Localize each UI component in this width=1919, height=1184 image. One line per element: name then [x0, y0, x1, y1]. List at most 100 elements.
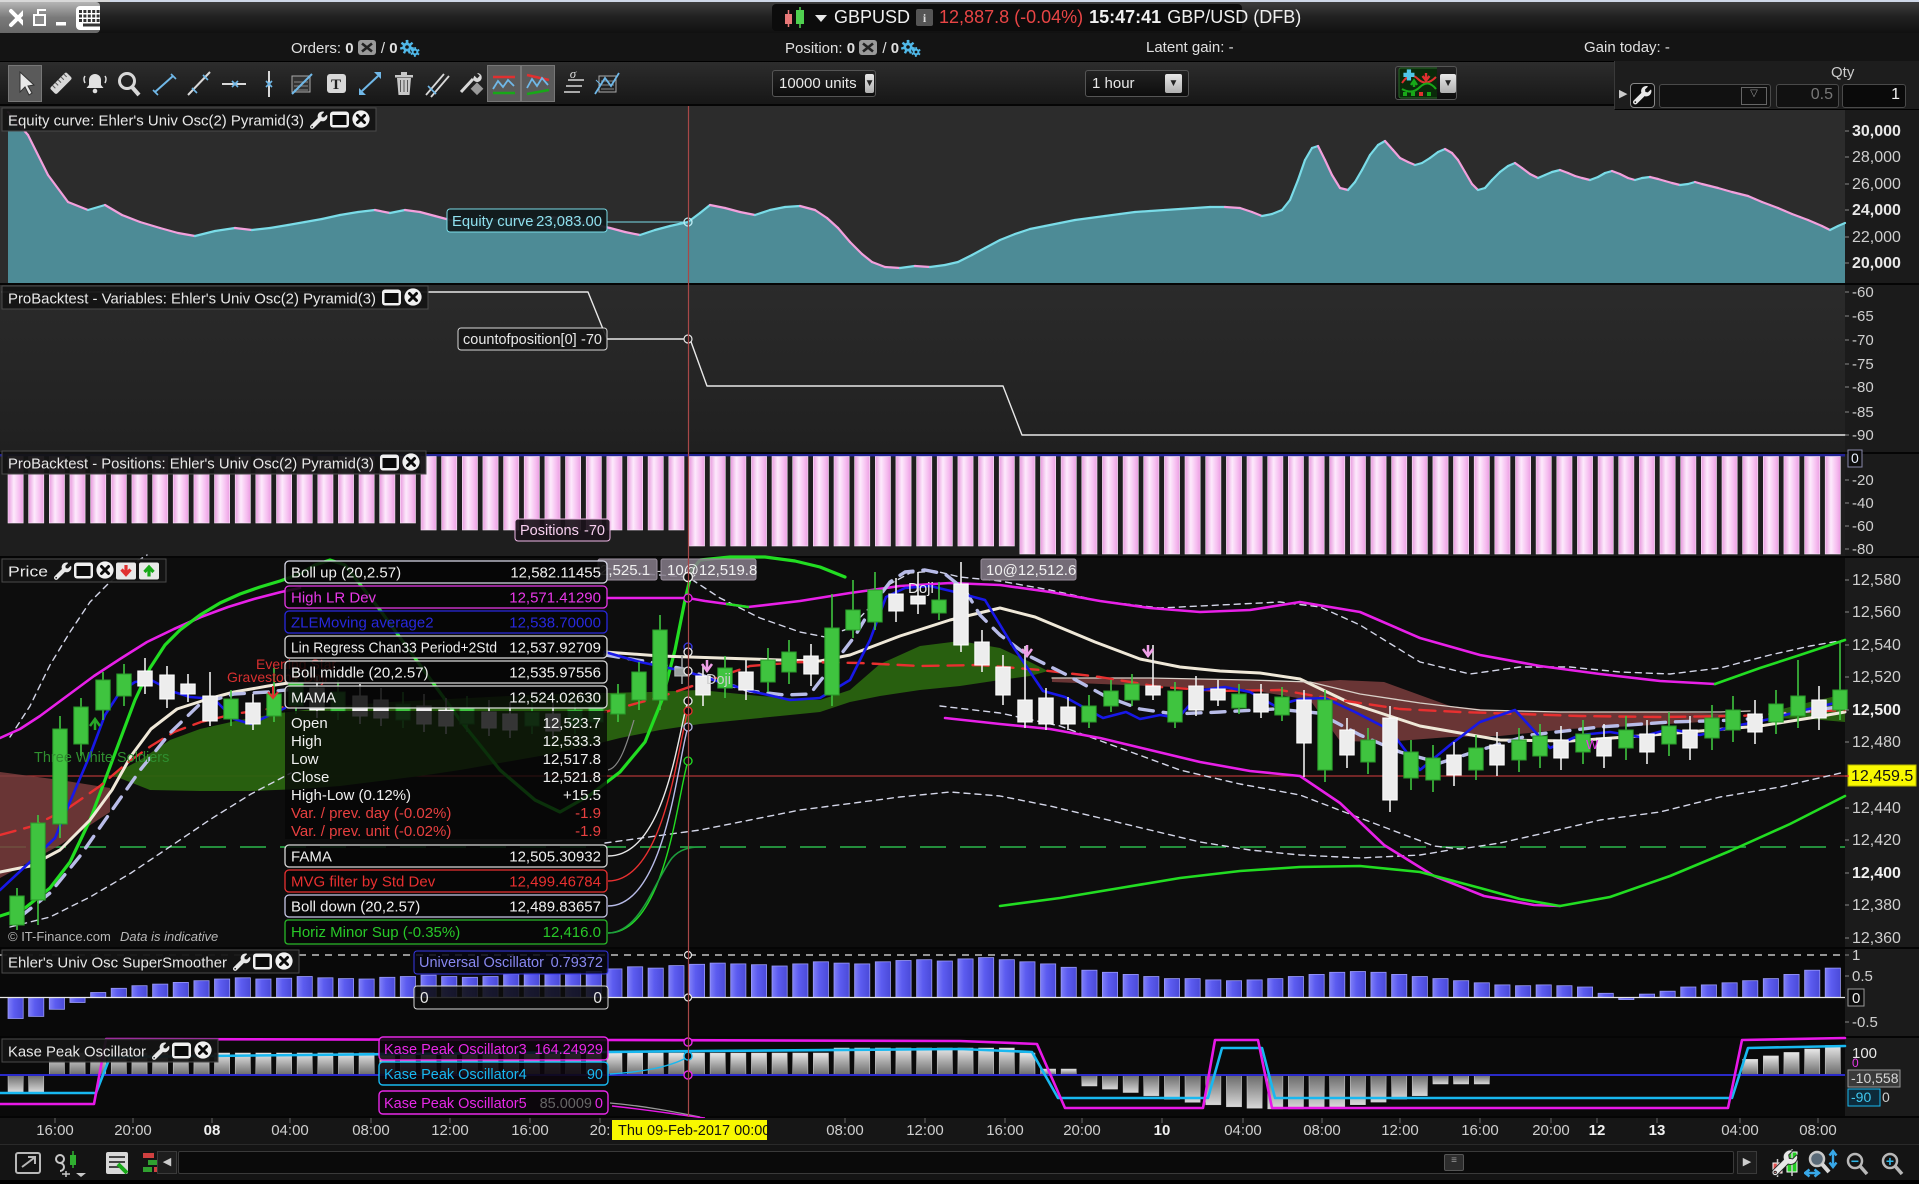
svg-text:countofposition[0]: countofposition[0]: [463, 332, 577, 348]
svg-text:-90: -90: [1851, 1089, 1871, 1105]
svg-text:Kase Peak Oscillator3: Kase Peak Oscillator3: [384, 1042, 527, 1058]
svg-text:28,000: 28,000: [1852, 149, 1901, 166]
svg-text:-75: -75: [1852, 356, 1874, 373]
svg-text:Open: Open: [291, 715, 328, 732]
svg-text:-60: -60: [1852, 284, 1874, 301]
svg-text:-60: -60: [1852, 518, 1874, 535]
svg-text:0.5: 0.5: [1852, 968, 1873, 985]
svg-text:-1.9: -1.9: [575, 823, 601, 840]
svg-text:16:00: 16:00: [36, 1122, 74, 1139]
svg-text:Ehler's Univ Osc SuperSmoother: Ehler's Univ Osc SuperSmoother: [8, 955, 227, 972]
svg-text:22,000: 22,000: [1852, 229, 1901, 246]
svg-text:08:00: 08:00: [826, 1122, 864, 1139]
svg-text:0: 0: [1882, 1089, 1890, 1105]
svg-text:12,582.11455: 12,582.11455: [510, 565, 601, 582]
svg-text:0.79372: 0.79372: [551, 955, 603, 971]
svg-text:Var. / prev. day (-0.02%): Var. / prev. day (-0.02%): [291, 805, 451, 822]
svg-text:12: 12: [1589, 1122, 1606, 1139]
svg-text:04:00: 04:00: [1721, 1122, 1759, 1139]
svg-text:12,380: 12,380: [1852, 897, 1901, 914]
svg-text:12,420: 12,420: [1852, 832, 1901, 849]
svg-text:0: 0: [1852, 1056, 1859, 1070]
svg-text:-70: -70: [581, 332, 602, 348]
svg-text:20:00: 20:00: [1532, 1122, 1570, 1139]
svg-text:Thu 09-Feb-2017 00:00: Thu 09-Feb-2017 00:00: [618, 1123, 770, 1139]
svg-text:-90: -90: [1852, 427, 1874, 444]
svg-text:13: 13: [1649, 1122, 1666, 1139]
svg-text:FAMA: FAMA: [291, 849, 332, 866]
svg-text:Price: Price: [8, 564, 48, 581]
svg-text:Boll up (20,2.57): Boll up (20,2.57): [291, 565, 401, 582]
svg-text:10@12,519.8: 10@12,519.8: [667, 562, 757, 579]
svg-text:12,499.46784: 12,499.46784: [509, 874, 601, 891]
svg-text:12,538.70000: 12,538.70000: [509, 615, 601, 632]
svg-text:Positions: Positions: [520, 523, 579, 539]
svg-text:-65: -65: [1852, 308, 1874, 325]
svg-text:0: 0: [420, 990, 429, 1007]
svg-text:Close: Close: [291, 769, 329, 786]
svg-text:12,480: 12,480: [1852, 734, 1901, 751]
svg-text:Data is indicative: Data is indicative: [120, 929, 218, 944]
svg-text:12,500: 12,500: [1852, 702, 1901, 719]
svg-text:0: 0: [1851, 450, 1859, 466]
svg-text:12,524.02630: 12,524.02630: [509, 690, 601, 707]
svg-text:26,000: 26,000: [1852, 176, 1901, 193]
svg-text:20:: 20:: [590, 1122, 611, 1139]
svg-text:12,523.7: 12,523.7: [543, 715, 601, 732]
svg-text:Low: Low: [291, 751, 319, 768]
svg-text:12,521.8: 12,521.8: [543, 769, 601, 786]
svg-text:High LR Dev: High LR Dev: [291, 590, 377, 607]
svg-text:T: T: [331, 77, 341, 93]
svg-text:0: 0: [1852, 990, 1860, 1007]
svg-text:ProBacktest - Variables: Ehler: ProBacktest - Variables: Ehler's Univ Os…: [8, 291, 376, 308]
svg-text:10@12,512.6: 10@12,512.6: [986, 562, 1076, 579]
svg-text:12,520: 12,520: [1852, 669, 1901, 686]
svg-text:04:00: 04:00: [271, 1122, 309, 1139]
svg-text:Boll middle (20,2.57): Boll middle (20,2.57): [291, 665, 429, 682]
svg-text:12,440: 12,440: [1852, 800, 1901, 817]
svg-text:85.0009: 85.0009: [540, 1096, 592, 1112]
svg-text:σ: σ: [570, 68, 577, 81]
svg-text:MAMA: MAMA: [291, 690, 336, 707]
svg-text:08:00: 08:00: [352, 1122, 390, 1139]
svg-text:12,416.0: 12,416.0: [543, 924, 601, 941]
svg-text:20,000: 20,000: [1852, 255, 1901, 272]
svg-text:© IT-Finance.com: © IT-Finance.com: [8, 929, 111, 944]
svg-text:24,000: 24,000: [1852, 202, 1901, 219]
svg-text:12,535.97556: 12,535.97556: [509, 665, 601, 682]
svg-text:Equity curve: Ehler's Univ Osc: Equity curve: Ehler's Univ Osc(2) Pyrami…: [8, 113, 304, 130]
svg-text:12,400: 12,400: [1852, 865, 1901, 882]
svg-text:+: +: [1886, 1153, 1894, 1169]
svg-text:23,083.00: 23,083.00: [536, 214, 602, 230]
svg-text:16:00: 16:00: [511, 1122, 549, 1139]
svg-text:-1.9: -1.9: [575, 805, 601, 822]
svg-text:12,459.5: 12,459.5: [1851, 768, 1913, 785]
svg-text:High-Low (0.12%): High-Low (0.12%): [291, 787, 411, 804]
svg-text:12:00: 12:00: [906, 1122, 944, 1139]
svg-text:-20: -20: [1852, 472, 1874, 489]
svg-text:08: 08: [204, 1122, 221, 1139]
svg-text:16:00: 16:00: [1461, 1122, 1499, 1139]
svg-text:ZLEMoving average2: ZLEMoving average2: [291, 615, 434, 632]
svg-text:16:00: 16:00: [986, 1122, 1024, 1139]
svg-text:-85: -85: [1852, 404, 1874, 421]
svg-text:12,505.30932: 12,505.30932: [509, 849, 601, 866]
svg-text:12,540: 12,540: [1852, 637, 1901, 654]
svg-text:Doji: Doji: [706, 672, 731, 688]
svg-text:ProBacktest - Positions: Ehler: ProBacktest - Positions: Ehler's Univ Os…: [8, 456, 374, 473]
svg-text:164.24929: 164.24929: [534, 1042, 603, 1058]
svg-text:Kase Peak Oscillator4: Kase Peak Oscillator4: [384, 1067, 527, 1083]
svg-text:12:00: 12:00: [431, 1122, 469, 1139]
svg-text:Var. / prev. unit (-0.02%): Var. / prev. unit (-0.02%): [291, 823, 451, 840]
svg-text:12,360: 12,360: [1852, 930, 1901, 947]
svg-text:+15.5: +15.5: [563, 787, 601, 804]
svg-text:-80: -80: [1852, 379, 1874, 396]
svg-text:Universal Oscillator: Universal Oscillator: [419, 955, 544, 971]
svg-text:04:00: 04:00: [1224, 1122, 1262, 1139]
svg-text:-70: -70: [584, 523, 605, 539]
svg-text:−: −: [1851, 1153, 1859, 1169]
svg-text:Lin Regress Chan33 Period+2Std: Lin Regress Chan33 Period+2Std: [291, 640, 497, 657]
svg-text:12,571.41290: 12,571.41290: [509, 590, 601, 607]
svg-text:12,489.83657: 12,489.83657: [509, 899, 601, 916]
svg-text:Doji: Doji: [908, 580, 934, 597]
